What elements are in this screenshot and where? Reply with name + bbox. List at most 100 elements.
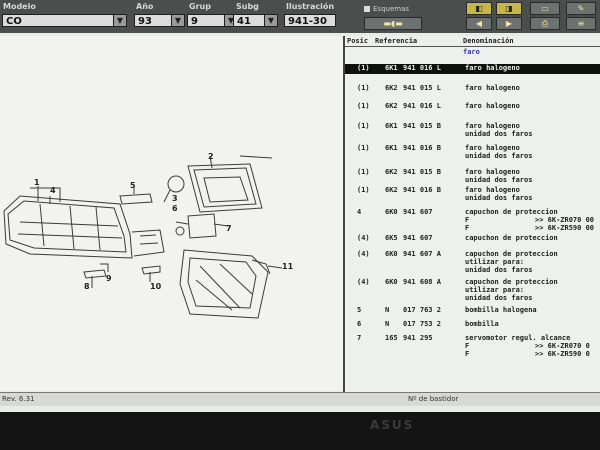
cell-ref-prefix: 6K0	[385, 278, 398, 286]
modelo-dropdown-button[interactable]: ▼	[113, 14, 127, 27]
cell-ref-prefix: 6K1	[385, 64, 398, 72]
ano-field[interactable]: 93	[134, 14, 172, 27]
callout-7[interactable]: 7	[226, 224, 232, 233]
cell-denominacion: faro halogeno	[465, 102, 520, 110]
cell-ref-number: 017 763 2	[403, 306, 441, 314]
table-row[interactable]: 7 165 941 295 servomotor regul. alcance F F >>…	[345, 334, 600, 360]
car-view-button[interactable]: ▬◖▬	[364, 17, 422, 30]
callout-10[interactable]: 10	[150, 282, 161, 291]
cell-denominacion: unidad dos faros	[465, 194, 533, 202]
callout-5[interactable]: 5	[130, 181, 136, 190]
cell-ref-number: 941 607 A	[403, 250, 441, 258]
cell-ref-prefix: N	[385, 320, 390, 328]
table-row[interactable]: (1) 6K2 941 016 Bfaro halogeno unidad dos f…	[345, 186, 600, 204]
callout-9[interactable]: 9	[106, 274, 112, 283]
table-row[interactable]: (4) 6K0 941 608 Acapuchon de proteccion uti…	[345, 278, 600, 304]
cell-posic: (1)	[357, 84, 370, 92]
book-nav-button-1[interactable]: ◧	[466, 2, 492, 15]
cell-ref-number: 941 016 B	[403, 144, 441, 152]
arrow-left-icon: ◀	[475, 19, 483, 28]
ilustracion-field[interactable]: 941-30	[284, 14, 336, 27]
cell-posic: 5	[357, 306, 362, 314]
car-icon: ▬◖▬	[383, 19, 403, 28]
cell-denominacion: unidad dos faros	[465, 294, 533, 302]
subg-field[interactable]: 41	[233, 14, 265, 27]
cell-chassis-range: >> 6K-ZR590 0	[535, 350, 590, 358]
esquemas-label: Esquemas	[373, 5, 410, 13]
monitor-brand-logo: ASUS	[370, 418, 415, 432]
parts-table-header: Posic Referencia Denominación	[345, 36, 600, 47]
callout-4[interactable]: 4	[50, 186, 56, 195]
ano-label: Año	[136, 2, 154, 11]
table-row[interactable]: 5 N 017 763 2 bombilla halogena	[345, 306, 600, 316]
cell-ref-prefix: 6K2	[385, 102, 398, 110]
version-text: Rev. 6.31	[2, 395, 35, 403]
callout-11[interactable]: 11	[282, 262, 293, 271]
exploded-diagram-pane[interactable]: 1 2 3 4 5 6 7 8 9 10 11	[0, 36, 344, 391]
modelo-field[interactable]: CO	[2, 14, 114, 27]
callout-6[interactable]: 6	[172, 204, 178, 213]
cell-denominacion: unidad dos faros	[465, 130, 533, 138]
book-nav-button-2[interactable]: ◨	[496, 2, 522, 15]
modelo-label: Modelo	[3, 2, 36, 11]
cell-posic: (4)	[357, 278, 370, 286]
cell-ref-prefix: 6K1	[385, 122, 398, 130]
callout-8[interactable]: 8	[84, 282, 90, 291]
table-row[interactable]: (1) 6K1 941 016 L faro halogeno	[345, 64, 600, 74]
cell-posic: (1)	[357, 122, 370, 130]
cell-ref-number: 941 608 A	[403, 278, 441, 286]
cell-ref-prefix: 6K2	[385, 168, 398, 176]
cell-denominacion: faro halogeno	[465, 84, 520, 92]
print-button[interactable]: ⎙	[530, 17, 560, 30]
cell-denominacion: unidad dos faros	[465, 152, 533, 160]
cell-ref-number: 941 015 B	[403, 168, 441, 176]
cell-ref-prefix: 6K2	[385, 186, 398, 194]
cell-denominacion: F	[465, 224, 470, 232]
subg-dropdown-button[interactable]: ▼	[264, 14, 278, 27]
ilustracion-label: Ilustración	[286, 2, 335, 11]
top-toolbar: Modelo CO ▼ Año 93 ▼ Grup 9 ▼ Subg 41 ▼ …	[0, 0, 600, 33]
cell-ref-number: 017 753 2	[403, 320, 441, 328]
callout-3[interactable]: 3	[172, 194, 178, 203]
table-row[interactable]: (1) 6K2 941 015 Bfaro halogeno unidad dos f…	[345, 168, 600, 186]
table-row[interactable]: (1) 6K2 941 016 L faro halogeno	[345, 102, 600, 112]
parts-list-pane: Posic Referencia Denominación faro (1) 6K…	[345, 36, 600, 392]
table-row[interactable]: (4) 6K0 941 607 Acapuchon de proteccion uti…	[345, 250, 600, 276]
book-icon: ◨	[505, 4, 513, 13]
cell-denominacion: capuchon de proteccion	[465, 234, 558, 242]
col-header-denominacion: Denominación	[463, 37, 514, 45]
list-button[interactable]: ≡	[566, 17, 596, 30]
cell-denominacion: bombilla	[465, 320, 499, 328]
cell-posic: (1)	[357, 186, 370, 194]
next-page-button[interactable]: ▶	[496, 17, 522, 30]
cell-posic: (1)	[357, 144, 370, 152]
prev-page-button[interactable]: ◀	[466, 17, 492, 30]
cell-ref-prefix: 165	[385, 334, 398, 342]
grup-field[interactable]: 9	[187, 14, 225, 27]
table-row[interactable]: 4 6K0 941 607 capuchon de proteccion F F >> 6K…	[345, 208, 600, 234]
callout-2[interactable]: 2	[208, 152, 214, 161]
callout-1[interactable]: 1	[34, 178, 40, 187]
cell-ref-prefix: 6K2	[385, 84, 398, 92]
cell-ref-prefix: 6K5	[385, 234, 398, 242]
cell-posic: (1)	[357, 102, 370, 110]
cell-posic: (4)	[357, 234, 370, 242]
table-row[interactable]: 6 N 017 753 2 bombilla	[345, 320, 600, 330]
list-icon: ≡	[577, 19, 585, 28]
table-row[interactable]: (4) 6K5 941 607 capuchon de proteccion	[345, 234, 600, 244]
arrow-right-icon: ▶	[505, 19, 513, 28]
cell-denominacion: faro halogeno	[465, 64, 520, 72]
esquemas-checkbox[interactable]: Esquemas	[364, 5, 409, 13]
table-row[interactable]: (1) 6K1 941 015 Bfaro halogeno unidad dos f…	[345, 122, 600, 140]
notes-button[interactable]: ✎	[566, 2, 596, 15]
cell-posic: (1)	[357, 168, 370, 176]
cell-ref-number: 941 607	[403, 208, 433, 216]
monitor-bezel	[0, 412, 600, 450]
table-row[interactable]: (1) 6K1 941 016 Bfaro halogeno unidad dos f…	[345, 144, 600, 162]
status-bar: Rev. 6.31 Nº de bastidor	[0, 392, 600, 406]
monitor-button[interactable]: ▭	[530, 2, 560, 15]
table-row[interactable]: (1) 6K2 941 015 L faro halogeno	[345, 84, 600, 94]
ano-dropdown-button[interactable]: ▼	[171, 14, 185, 27]
cell-ref-prefix: 6K1	[385, 144, 398, 152]
monitor-icon: ▭	[541, 4, 549, 13]
